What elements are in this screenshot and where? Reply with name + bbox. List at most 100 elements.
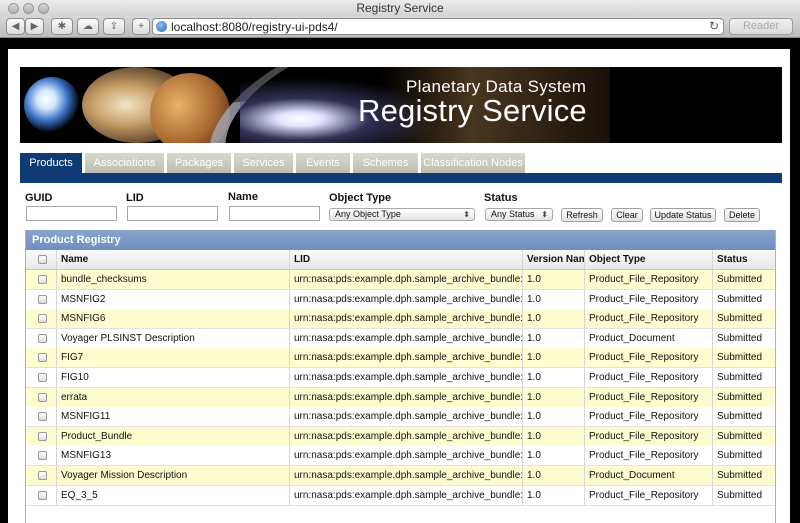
row-name-cell: Voyager Mission Description [57, 466, 290, 485]
reader-button[interactable]: Reader [729, 18, 793, 35]
reload-icon[interactable]: ↻ [709, 19, 719, 33]
row-object-type-cell: Product_File_Repository [585, 368, 713, 387]
select-arrows-icon: ⬍ [463, 210, 470, 219]
row-checkbox[interactable] [38, 431, 47, 441]
icloud-icon[interactable]: ☁ [77, 18, 99, 35]
row-select-cell [26, 387, 57, 407]
product-registry-grid: Product Registry Name LID Version Nam Ob… [25, 230, 776, 523]
table-row[interactable]: Voyager PLSINST Description urn:nasa:pds:… [26, 328, 775, 349]
table-row[interactable]: bundle_checksums urn:nasa:pds:example.dph… [26, 270, 775, 290]
tab-classification-nodes[interactable]: Classification Nodes [421, 153, 525, 173]
close-window-icon[interactable] [8, 3, 19, 14]
tab-services[interactable]: Services [234, 153, 293, 173]
minimize-window-icon[interactable] [23, 3, 34, 14]
object-type-value: Any Object Type [335, 209, 401, 219]
table-row[interactable]: MSNFIG11 urn:nasa:pds:example.dph.sample_… [26, 407, 775, 428]
update-status-button[interactable]: Update Status [650, 208, 716, 222]
column-header-lid[interactable]: LID [290, 250, 523, 269]
tab-products[interactable]: Products [20, 153, 82, 173]
row-checkbox[interactable] [38, 471, 47, 480]
tab-events[interactable]: Events [296, 153, 350, 173]
row-name-cell: MSNFIG6 [57, 309, 290, 329]
zoom-window-icon[interactable] [38, 3, 49, 14]
table-row[interactable]: EQ_3_5 urn:nasa:pds:example.dph.sample_ar… [26, 485, 775, 506]
row-status-cell: Submitted [717, 332, 763, 344]
column-header-name[interactable]: Name [57, 250, 290, 269]
select-all-cell [26, 250, 57, 269]
row-name-cell: MSNFIG11 [57, 407, 290, 427]
tab-bar: Products Associations Packages Services … [20, 153, 782, 173]
row-status-cell: Submitted [717, 352, 763, 364]
row-object-type-cell: Product_File_Repository [585, 407, 713, 427]
row-lid-cell: urn:nasa:pds:example.dph.sample_archive_… [290, 270, 523, 289]
clear-button[interactable]: Clear [611, 208, 643, 222]
select-all-checkbox[interactable] [38, 255, 47, 264]
tab-associations[interactable]: Associations [85, 153, 164, 173]
table-row[interactable]: Voyager Mission Description urn:nasa:pds:… [26, 466, 775, 486]
name-label: Name [228, 191, 258, 203]
guid-input[interactable] [26, 206, 117, 221]
row-status-cell: Submitted [717, 313, 763, 325]
column-header-version[interactable]: Version Nam [523, 250, 585, 269]
tab-underline [20, 173, 782, 183]
row-checkbox[interactable] [38, 412, 47, 422]
table-row[interactable]: errata urn:nasa:pds:example.dph.sample_ar… [26, 387, 775, 408]
row-version-cell: 1.0 [523, 328, 585, 348]
row-version-cell: 1.0 [523, 485, 585, 505]
row-checkbox[interactable] [38, 392, 47, 402]
table-row[interactable]: FIG10 urn:nasa:pds:example.dph.sample_arc… [26, 368, 775, 388]
row-select-cell [26, 446, 57, 466]
row-checkbox[interactable] [38, 294, 47, 304]
row-lid-cell: urn:nasa:pds:example.dph.sample_archive_… [290, 348, 523, 368]
delete-button[interactable]: Delete [724, 208, 760, 222]
row-checkbox[interactable] [38, 275, 47, 284]
status-value: Any Status [491, 209, 535, 219]
status-label: Status [484, 192, 518, 204]
tab-packages[interactable]: Packages [167, 153, 231, 173]
table-row[interactable]: FIG7 urn:nasa:pds:example.dph.sample_arch… [26, 348, 775, 369]
table-row[interactable]: Product_Bundle urn:nasa:pds:example.dph.s… [26, 426, 775, 447]
row-checkbox[interactable] [38, 373, 47, 382]
status-select[interactable]: Any Status ⬍ [485, 208, 553, 221]
row-checkbox[interactable] [38, 333, 47, 343]
row-checkbox[interactable] [38, 451, 47, 461]
table-row[interactable]: MSNFIG2 urn:nasa:pds:example.dph.sample_a… [26, 289, 775, 310]
back-icon[interactable]: ◀ [6, 18, 25, 35]
row-status-cell: Submitted [717, 489, 763, 501]
row-name-cell: MSNFIG13 [57, 446, 290, 466]
extensions-icon[interactable]: ✱ [51, 18, 73, 35]
row-lid-cell: urn:nasa:pds:example.dph.sample_archive_… [290, 387, 523, 407]
row-version-cell: 1.0 [523, 446, 585, 466]
column-header-object-type[interactable]: Object Type [585, 250, 713, 269]
refresh-button[interactable]: Refresh [561, 208, 603, 222]
table-row[interactable]: MSNFIG13 urn:nasa:pds:example.dph.sample_… [26, 446, 775, 467]
object-type-label: Object Type [329, 192, 392, 204]
table-row[interactable]: MSNFIG6 urn:nasa:pds:example.dph.sample_a… [26, 309, 775, 330]
row-checkbox[interactable] [38, 490, 47, 500]
row-lid-cell: urn:nasa:pds:example.dph.sample_archive_… [290, 446, 523, 466]
grid-title: Product Registry [26, 230, 775, 250]
row-version-cell: 1.0 [523, 289, 585, 309]
row-name-cell: bundle_checksums [57, 270, 290, 289]
row-object-type-cell: Product_Document [585, 328, 713, 348]
lid-input[interactable] [127, 206, 218, 221]
row-select-cell [26, 466, 57, 485]
row-object-type-cell: Product_Document [585, 466, 713, 485]
tab-schemes[interactable]: Schemes [353, 153, 418, 173]
banner-image: Planetary Data System Registry Service [20, 67, 782, 143]
object-type-select[interactable]: Any Object Type ⬍ [329, 208, 475, 221]
row-object-type-cell: Product_File_Repository [585, 446, 713, 466]
column-header-status[interactable]: Status [713, 250, 775, 269]
row-lid-cell: urn:nasa:pds:example.dph.sample_archive_… [290, 407, 523, 427]
forward-icon[interactable]: ▶ [25, 18, 44, 35]
row-lid-cell: urn:nasa:pds:example.dph.sample_archive_… [290, 485, 523, 505]
address-bar[interactable]: localhost:8080/registry-ui-pds4/ ↻ [152, 18, 724, 35]
window-title: Registry Service [356, 1, 444, 15]
row-checkbox[interactable] [38, 314, 47, 324]
name-input[interactable] [229, 206, 320, 221]
row-checkbox[interactable] [38, 353, 47, 363]
share-icon[interactable]: ⇪ [103, 18, 125, 35]
row-version-cell: 1.0 [523, 348, 585, 368]
new-tab-icon[interactable]: + [132, 18, 150, 35]
row-select-cell [26, 407, 57, 427]
